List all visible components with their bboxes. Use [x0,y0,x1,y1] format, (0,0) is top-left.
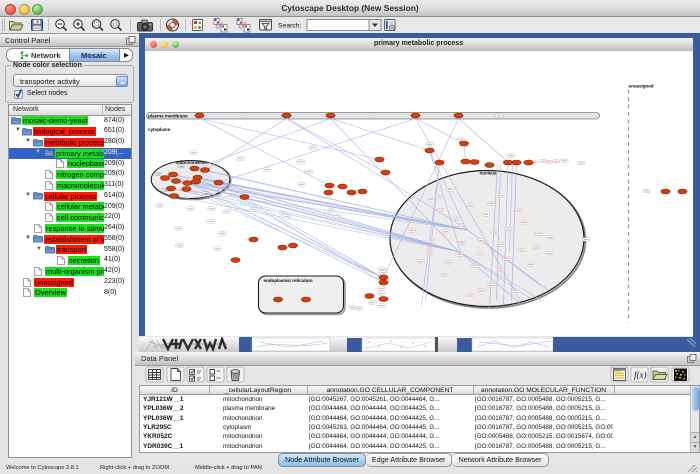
svg-text:cytoplasm: cytoplasm [148,127,170,132]
svg-text:endoplasmic reticulum: endoplasmic reticulum [263,278,312,283]
svg-text:Search:: Search: [278,23,302,30]
svg-text:1:1: 1:1 [112,22,118,27]
svg-text:nucleus: nucleus [479,171,497,176]
svg-text:f(x): f(x) [634,370,647,380]
svg-text:plasma membrane: plasma membrane [148,113,188,118]
svg-text:unassigned: unassigned [628,84,653,89]
svg-text:mitochondrion: mitochondrion [175,160,207,165]
